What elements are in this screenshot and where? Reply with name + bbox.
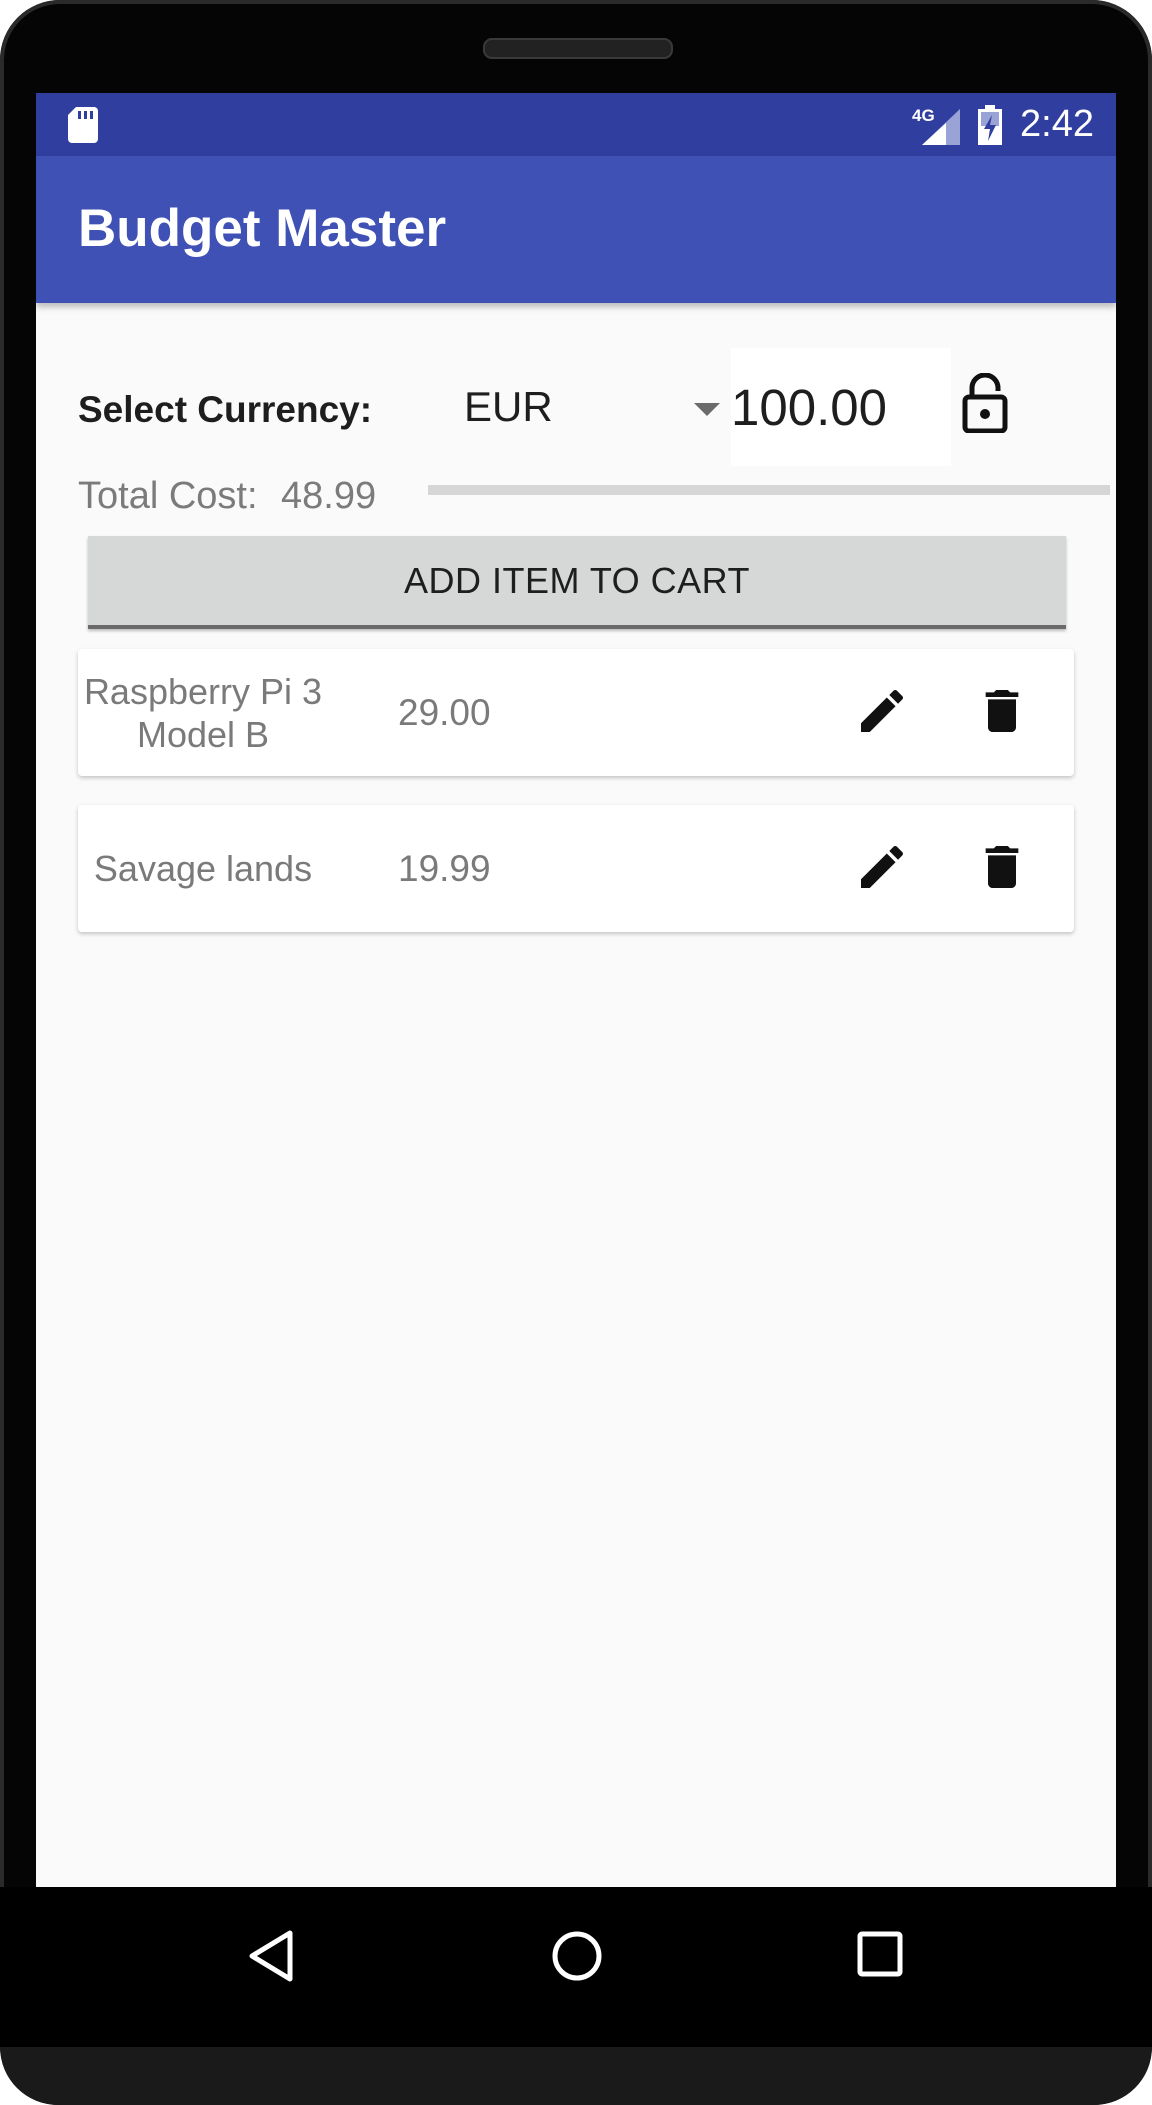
item-name: Raspberry Pi 3 Model B <box>83 670 323 755</box>
battery-charging-icon <box>978 105 1002 150</box>
app-screen: 4G 2:42 Budget Master Select Currency: E… <box>36 93 1116 1887</box>
device-frame: 4G 2:42 Budget Master Select Currency: E… <box>0 0 1152 2105</box>
edit-icon[interactable] <box>854 683 910 744</box>
app-title: Budget Master <box>78 199 447 258</box>
currency-selected-value: EUR <box>464 383 553 430</box>
item-price: 29.00 <box>398 691 491 733</box>
budget-progress-fill <box>428 485 762 495</box>
network-type-label: 4G <box>912 106 935 125</box>
currency-label: Select Currency: <box>78 389 373 430</box>
signal-4g-icon: 4G <box>912 105 960 150</box>
back-icon[interactable] <box>246 1929 296 1988</box>
total-cost-value: 48.99 <box>281 475 377 517</box>
add-item-to-cart-button[interactable]: ADD ITEM TO CART <box>88 536 1066 629</box>
total-cost-label: Total Cost: <box>78 475 258 517</box>
app-bar: Budget Master <box>36 156 1116 303</box>
delete-icon[interactable] <box>974 683 1030 744</box>
status-time: 2:42 <box>1020 103 1094 145</box>
navigation-bar <box>0 1887 1152 2047</box>
item-name: Savage lands <box>93 848 313 889</box>
budget-input[interactable] <box>731 348 951 466</box>
device-chin <box>0 2047 1152 2105</box>
delete-icon[interactable] <box>974 839 1030 900</box>
edit-icon[interactable] <box>854 839 910 900</box>
home-icon[interactable] <box>550 1929 604 1988</box>
list-item: Raspberry Pi 3 Model B 29.00 <box>78 649 1074 776</box>
item-price: 19.99 <box>398 847 491 889</box>
lock-open-icon[interactable] <box>962 372 1008 438</box>
list-item: Savage lands 19.99 <box>78 805 1074 932</box>
status-bar: 4G 2:42 <box>36 93 1116 156</box>
sd-card-icon <box>68 107 98 148</box>
budget-progress-bar <box>428 485 1110 495</box>
recents-icon[interactable] <box>855 1929 905 1984</box>
dropdown-arrow-icon <box>694 403 720 416</box>
device-speaker <box>483 38 673 59</box>
currency-dropdown[interactable]: EUR <box>460 383 740 443</box>
